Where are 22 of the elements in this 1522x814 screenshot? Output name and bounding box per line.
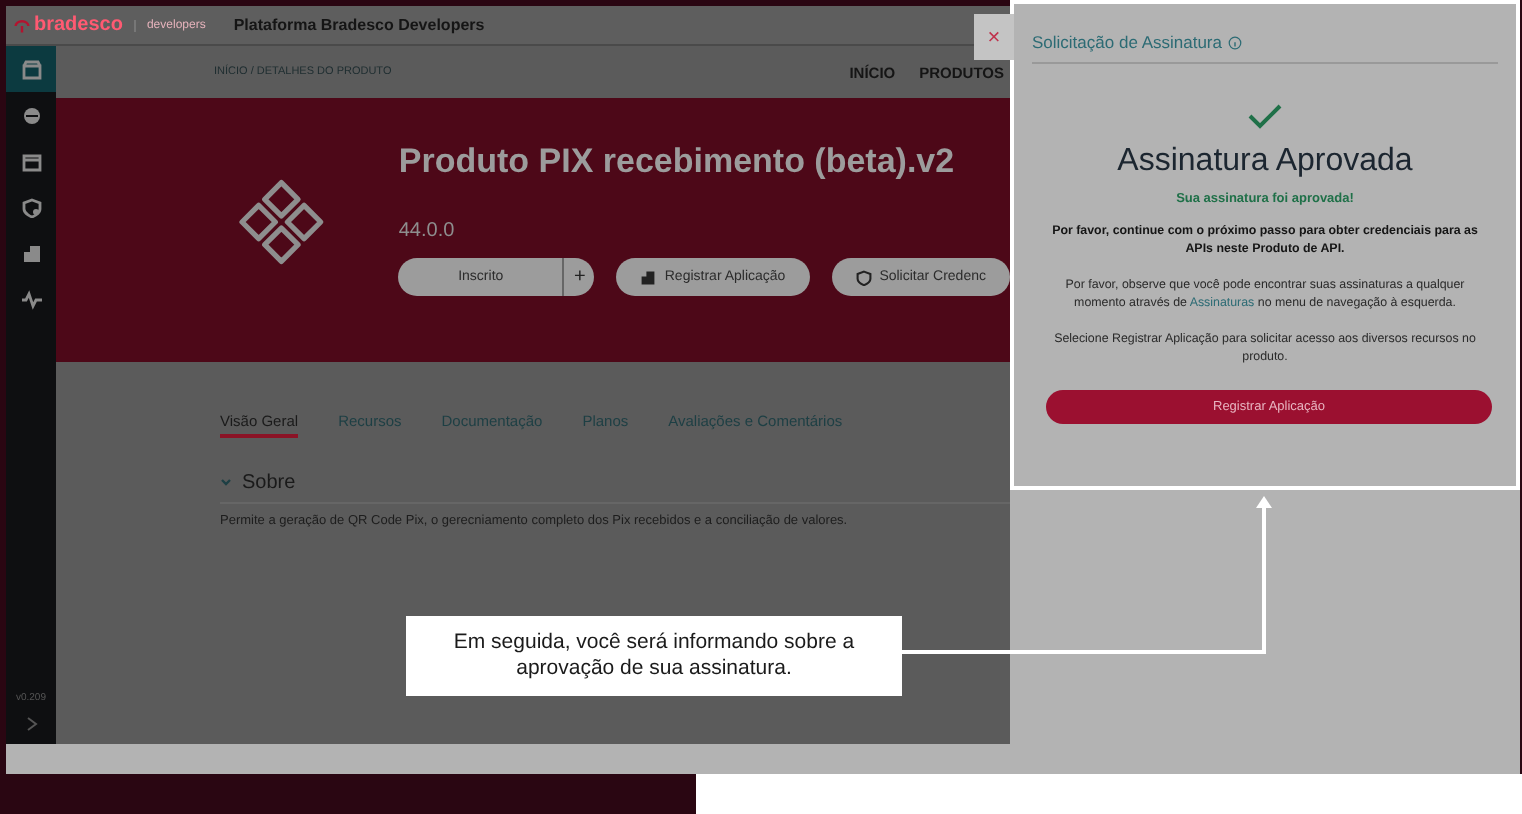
dialog-title: Solicitação de Assinatura: [1032, 32, 1222, 52]
pulse-icon: [21, 289, 41, 309]
store-icon: [21, 59, 41, 79]
site-title: Plataforma Bradesco Developers: [233, 16, 485, 34]
close-button[interactable]: ×: [974, 14, 1014, 60]
product-version: 44.0.0: [398, 220, 457, 242]
add-button[interactable]: +: [562, 258, 595, 296]
dialog-heading: Assinatura Aprovada: [1117, 144, 1413, 180]
shield-icon: [21, 197, 41, 217]
brand-name: bradesco: [34, 14, 123, 36]
shield-icon: [855, 269, 872, 285]
building-icon: [640, 269, 657, 285]
sidebar-item[interactable]: [6, 46, 56, 92]
callout-text: Em seguida, você será informando sobre a aprovação de sua assinatura.: [406, 616, 902, 696]
box-icon: [21, 151, 41, 171]
building-icon: [21, 243, 41, 263]
check-icon: [1248, 104, 1282, 130]
section-title: Sobre: [242, 472, 296, 494]
logo-icon: [14, 17, 30, 33]
product-title: Produto PIX recebimento (beta).v2: [398, 142, 957, 182]
chevron-icon[interactable]: [25, 716, 37, 732]
info-icon: [1227, 35, 1242, 49]
